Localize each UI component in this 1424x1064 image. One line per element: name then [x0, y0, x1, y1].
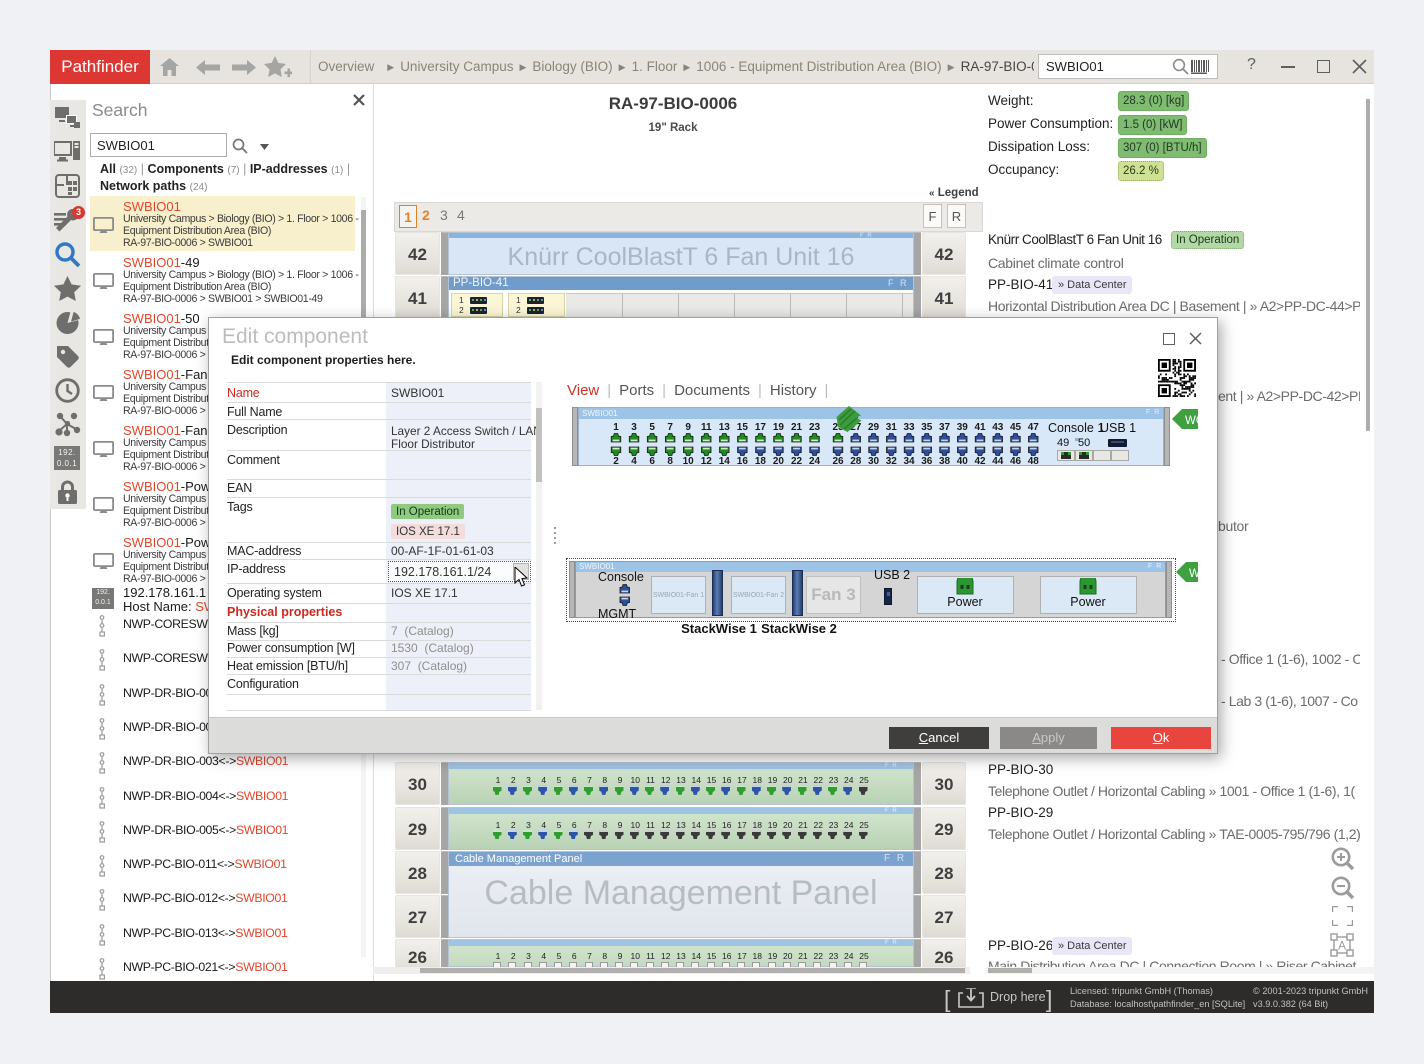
- svg-text:WO: WO: [1185, 415, 1198, 427]
- svg-text:WO: WO: [1189, 568, 1198, 580]
- svg-text:A: A: [1338, 939, 1346, 953]
